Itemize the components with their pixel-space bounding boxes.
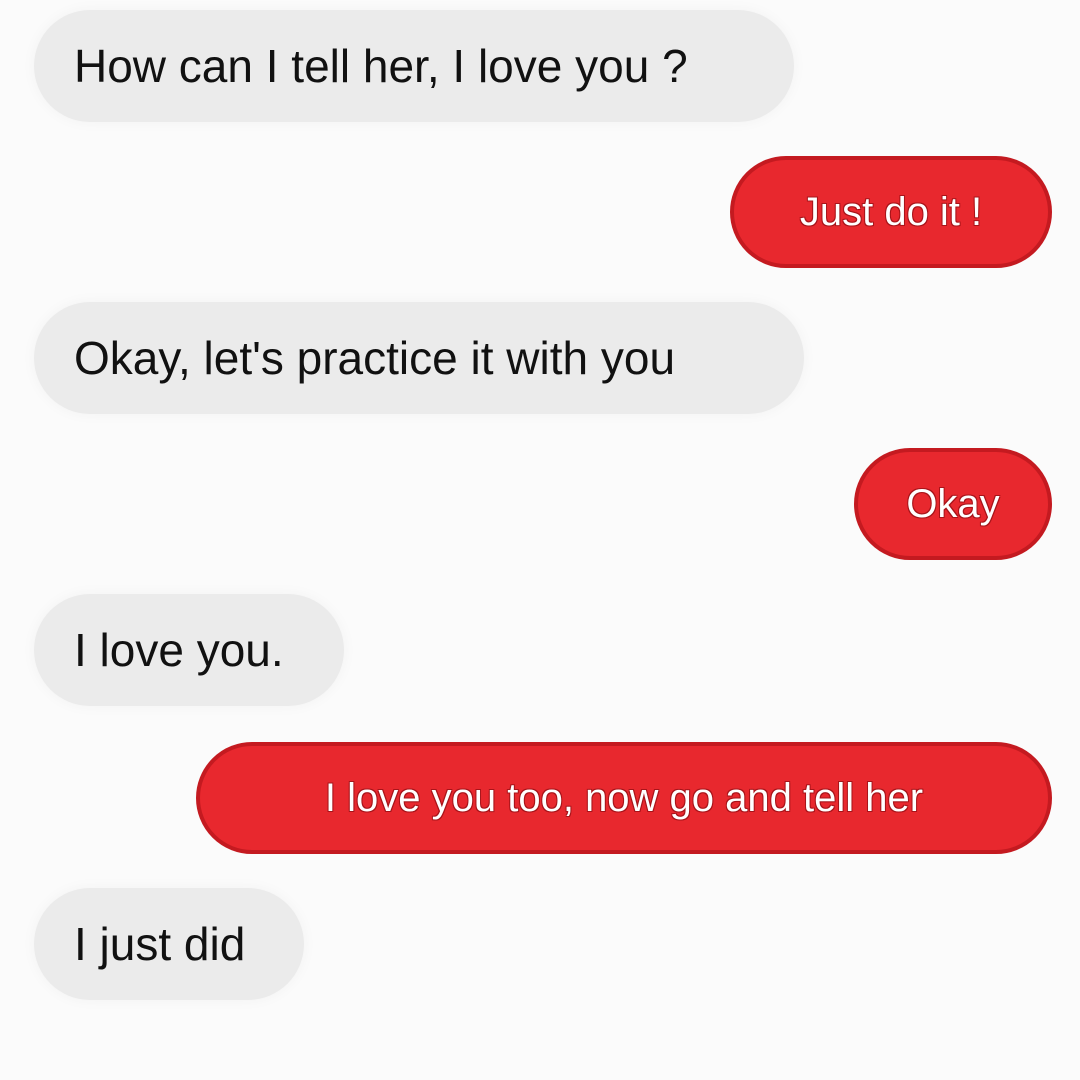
- message-text: How can I tell her, I love you ?: [74, 40, 688, 92]
- message-text: Just do it !: [799, 189, 983, 234]
- message-text: Okay: [906, 481, 1000, 526]
- outgoing-message-bubble[interactable]: I love you too, now go and tell her: [196, 742, 1052, 854]
- message-text: I love you.: [74, 624, 284, 676]
- chat-conversation: How can I tell her, I love you ? Just do…: [0, 0, 1080, 1080]
- outgoing-message-bubble[interactable]: Okay: [854, 448, 1052, 560]
- incoming-message-bubble[interactable]: I love you.: [34, 594, 344, 706]
- message-text: I love you too, now go and tell her: [324, 775, 924, 820]
- outgoing-message-bubble[interactable]: Just do it !: [730, 156, 1052, 268]
- message-text: I just did: [74, 918, 246, 970]
- incoming-message-bubble[interactable]: I just did: [34, 888, 304, 1000]
- message-text: Okay, let's practice it with you: [74, 332, 676, 384]
- incoming-message-bubble[interactable]: Okay, let's practice it with you: [34, 302, 804, 414]
- incoming-message-bubble[interactable]: How can I tell her, I love you ?: [34, 10, 794, 122]
